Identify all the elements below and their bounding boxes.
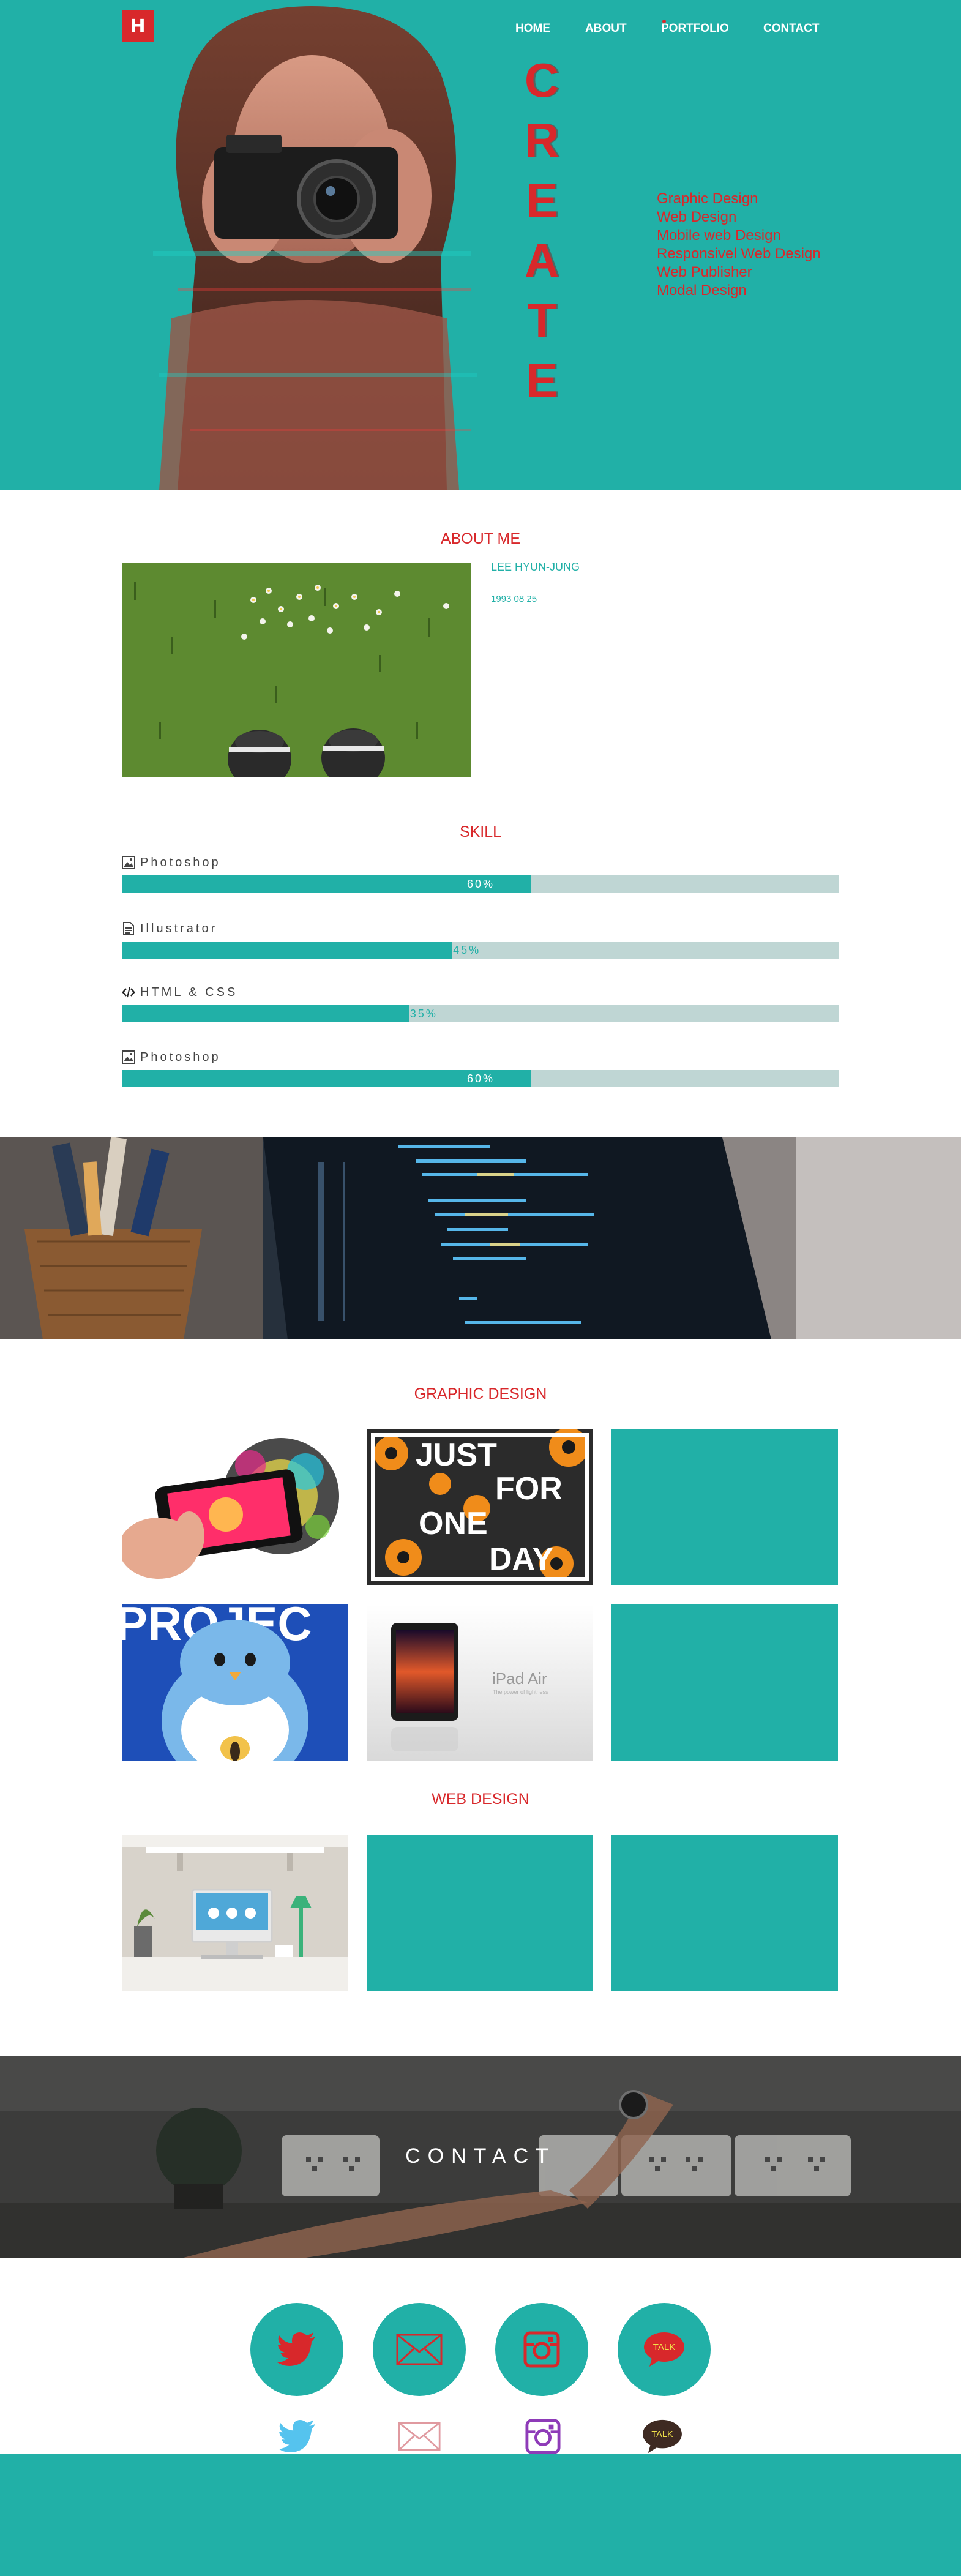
kakaotalk-label: TALK: [651, 2430, 673, 2439]
contact-title: CONTACT: [405, 2144, 556, 2168]
skill-name: HTML & CSS: [140, 985, 238, 999]
skill-percent: 45%: [453, 944, 481, 956]
web-tile-empty[interactable]: [367, 1835, 593, 1991]
about-title: ABOUT ME: [440, 530, 521, 547]
twitter-icon: [279, 2420, 315, 2453]
social-instagram-small[interactable]: [522, 2418, 564, 2455]
social-mail-button[interactable]: [373, 2303, 466, 2396]
graphic-design-title: GRAPHIC DESIGN: [414, 1385, 547, 1402]
create-letter: E: [525, 353, 558, 407]
mail-icon: [398, 2422, 441, 2451]
penguin-artwork: PROJEC: [122, 1604, 348, 1761]
web-tile-desk-monitor[interactable]: [122, 1835, 348, 1991]
nav-home[interactable]: HOME: [515, 22, 550, 36]
create-letter: E: [525, 173, 558, 227]
about-birthdate: 1993 08 25: [491, 594, 537, 604]
poster-artwork: JUST FOR ONE DAY: [367, 1429, 593, 1585]
skill-name: Photoshop: [140, 1050, 221, 1064]
footer: [0, 2454, 961, 2576]
skill-percent: 60%: [467, 878, 495, 890]
main-nav: HOME ABOUT PORTFOLIO CONTACT: [0, 20, 961, 37]
skill-head: Illustrator: [122, 921, 217, 937]
service-item: Web Design: [657, 209, 737, 225]
create-letter: T: [527, 293, 556, 347]
twitter-icon: [277, 2332, 315, 2366]
skill-name: Illustrator: [140, 921, 218, 935]
social-mail-small[interactable]: [398, 2418, 441, 2455]
social-twitter-small[interactable]: [276, 2418, 319, 2455]
create-vertical-word: C R E A T E: [522, 50, 562, 417]
hero-section: H HOME ABOUT PORTFOLIO CONTACT C R E A T…: [0, 0, 961, 490]
graphic-tile-empty[interactable]: [611, 1604, 838, 1761]
create-letter: A: [524, 233, 559, 287]
code-icon: [122, 987, 135, 998]
about-photo-grass-shoes: [122, 563, 471, 777]
web-tile-empty[interactable]: [611, 1835, 838, 1991]
service-item: Graphic Design: [657, 190, 758, 207]
skill-row: Illustrator 45%: [122, 921, 839, 964]
social-twitter-button[interactable]: [250, 2303, 343, 2396]
kakaotalk-icon: TALK: [644, 2332, 684, 2367]
poster-word-for: FOR: [495, 1471, 563, 1507]
skill-percent: 60%: [467, 1073, 495, 1085]
skill-bar-fill: [122, 942, 452, 959]
image-icon: [122, 856, 135, 869]
code-banner-image: [0, 1137, 961, 1339]
desk-monitor-artwork: [122, 1835, 348, 1991]
service-item: Web Publisher: [657, 264, 752, 280]
skill-head: Photoshop: [122, 1049, 221, 1065]
nav-about[interactable]: ABOUT: [585, 22, 627, 36]
service-item: Mobile web Design: [657, 227, 781, 244]
ipad-artwork: iPad Air The power of lightness: [367, 1604, 593, 1761]
service-item: Modal Design: [657, 282, 747, 299]
skill-row: Photoshop 60%: [122, 1049, 839, 1092]
skill-bar-fill: [122, 1005, 409, 1022]
document-icon: [123, 922, 134, 935]
skill-bar-track: 60%: [122, 875, 839, 893]
services-list: Graphic Design Web Design Mobile web Des…: [657, 190, 821, 300]
skill-percent: 35%: [409, 1008, 438, 1020]
ipad-product-name: iPad Air: [492, 1669, 547, 1688]
instagram-icon: [525, 2419, 561, 2454]
poster-word-day: DAY: [489, 1541, 553, 1577]
skill-bar-track: 45%: [122, 942, 839, 959]
skill-row: Photoshop 60%: [122, 855, 839, 897]
skill-head: Photoshop: [122, 855, 221, 871]
nav-contact[interactable]: CONTACT: [763, 22, 819, 36]
skill-bar-track: 35%: [122, 1005, 839, 1022]
social-instagram-button[interactable]: [495, 2303, 588, 2396]
graphic-tile-ipad-air[interactable]: iPad Air The power of lightness: [367, 1604, 593, 1761]
create-letter: C: [524, 53, 559, 107]
social-kakaotalk-button[interactable]: TALK: [618, 2303, 711, 2396]
kakaotalk-icon: TALK: [643, 2419, 682, 2454]
graphic-tile-phone-flower[interactable]: [122, 1429, 348, 1585]
nav-portfolio[interactable]: PORTFOLIO: [661, 22, 729, 36]
skill-head: HTML & CSS: [122, 984, 237, 1000]
instagram-icon: [523, 2331, 560, 2368]
image-icon: [122, 1050, 135, 1064]
about-name: LEE HYUN-JUNG: [491, 561, 580, 573]
skill-title: SKILL: [459, 823, 502, 841]
graphic-tile-empty[interactable]: [611, 1429, 838, 1585]
mail-icon: [396, 2334, 443, 2365]
poster-word-just: JUST: [416, 1437, 497, 1473]
kakaotalk-label: TALK: [653, 2342, 675, 2353]
social-kakaotalk-small[interactable]: TALK: [641, 2418, 684, 2455]
web-design-title: WEB DESIGN: [432, 1791, 529, 1808]
graphic-tile-penguin[interactable]: PROJEC: [122, 1604, 348, 1761]
skill-bar-track: 60%: [122, 1070, 839, 1087]
service-item: Responsivel Web Design: [657, 245, 821, 262]
ipad-tagline: The power of lightness: [493, 1689, 548, 1695]
skill-row: HTML & CSS 35%: [122, 984, 839, 1027]
graphic-tile-just-for-one-day[interactable]: JUST FOR ONE DAY: [367, 1429, 593, 1585]
create-letter: R: [524, 113, 559, 167]
phone-flower-artwork: [122, 1429, 348, 1585]
skill-name: Photoshop: [140, 855, 221, 869]
hero-photo: [153, 6, 477, 490]
poster-word-one: ONE: [419, 1506, 488, 1541]
